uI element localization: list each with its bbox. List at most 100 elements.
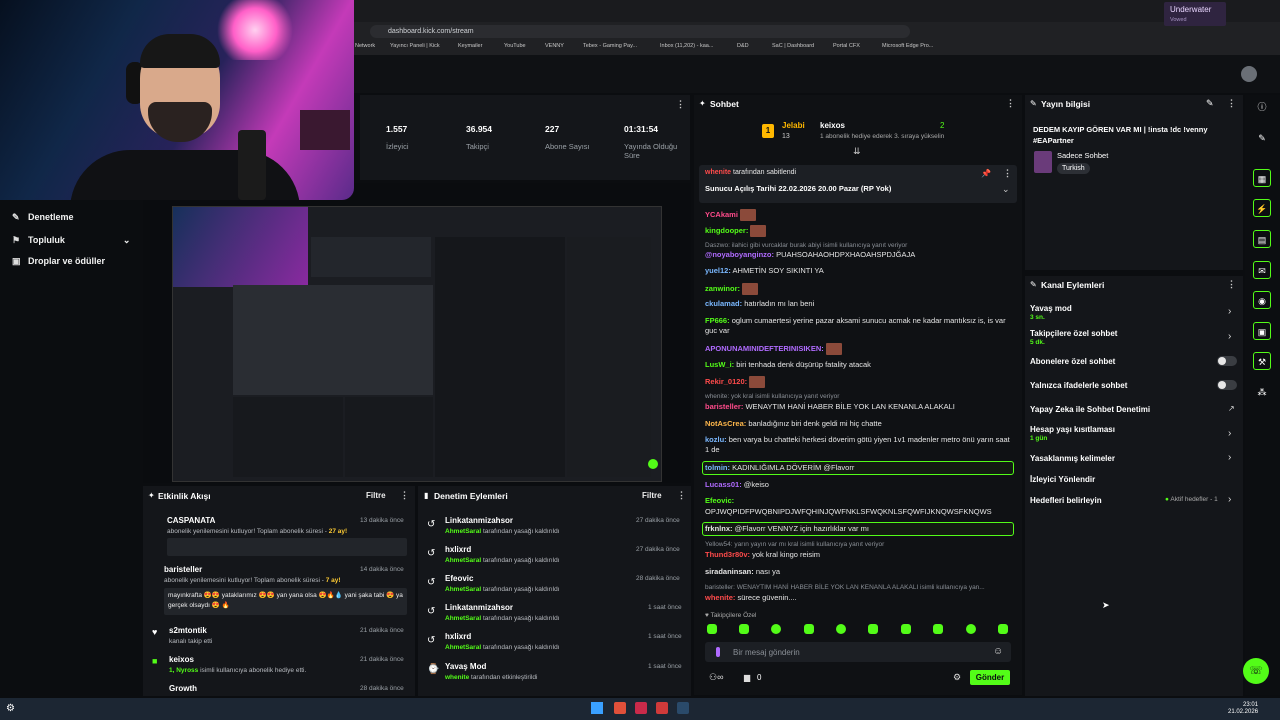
gift-leader-name[interactable]: Jelabi (782, 121, 805, 130)
chat-username[interactable]: frknlnx: (705, 524, 733, 533)
pencil-icon[interactable]: ✎ (1253, 129, 1271, 147)
emote-button[interactable] (804, 624, 814, 634)
chat-username[interactable]: Efeovic: (705, 496, 734, 505)
chat-username[interactable]: @noyaboyanginzo: (705, 250, 774, 259)
nav-item-topluluk[interactable]: ⚑ Topluluk ⌄ (12, 235, 130, 246)
subscribers-only-toggle[interactable] (1217, 356, 1237, 366)
activity-item-name[interactable]: baristeller (164, 565, 202, 574)
emote-button[interactable] (933, 624, 943, 634)
emote-button[interactable] (771, 624, 781, 634)
bookmark-item[interactable]: Portal CFX (833, 43, 860, 49)
activity-more-icon[interactable]: ⋮ (400, 490, 409, 501)
avatar[interactable] (1241, 66, 1257, 82)
emoji-icon[interactable]: ☺ (993, 646, 1003, 657)
chat-username[interactable]: tolmin: (705, 463, 730, 472)
users-icon[interactable]: ⚇∞ (709, 672, 723, 683)
chat-username[interactable]: LusW_i: (705, 360, 734, 369)
bolt-icon[interactable]: ⚡ (1253, 199, 1271, 217)
action-raid[interactable]: İzleyici Yönlendir (1030, 475, 1095, 484)
bookmark-item[interactable]: SaC | Dashboard (772, 43, 814, 49)
activity-filter-button[interactable]: Filtre (366, 491, 386, 500)
pinned-more-icon[interactable]: ⋮ (1003, 168, 1012, 179)
activity-item-name[interactable]: CASPANATA (167, 516, 215, 525)
chevron-right-icon[interactable]: › (1228, 452, 1231, 463)
action-banned-words[interactable]: Yasaklanmış kelimeler (1030, 454, 1115, 463)
channel-actions-more-icon[interactable]: ⋮ (1227, 279, 1236, 290)
emote-button[interactable] (998, 624, 1008, 634)
info-icon[interactable]: ⓘ (1253, 98, 1271, 116)
action-slow-mode[interactable]: Yavaş mod 3 sn. (1030, 304, 1072, 321)
chat-bubble-icon[interactable]: ✉ (1253, 261, 1271, 279)
category-name[interactable]: Sadece Sohbet (1057, 151, 1108, 160)
moderation-item-name[interactable]: Linkatanmizahsor (445, 603, 513, 612)
chat-username[interactable]: zanwinor: (705, 284, 740, 293)
action-followers-only[interactable]: Takipçilere özel sohbet 5 dk. (1030, 329, 1117, 346)
emote-button[interactable] (901, 624, 911, 634)
chat-username[interactable]: Thund3r80v: (705, 550, 750, 559)
external-link-icon[interactable]: ↗ (1228, 404, 1235, 413)
app-icon[interactable] (635, 702, 647, 714)
activity-item-name[interactable]: s2mtontik (169, 626, 207, 635)
moderation-item-name[interactable]: Yavaş Mod (445, 662, 486, 671)
moderation-item-name[interactable]: hxlixrd (445, 632, 471, 641)
bookmark-item[interactable]: Microsoft Edge Pro... (882, 43, 933, 49)
chevron-down-icon[interactable]: ⌄ (1002, 184, 1010, 195)
bookmark-item[interactable]: YouTube (504, 43, 526, 49)
settings-icon[interactable]: ⚙ (6, 703, 15, 714)
trash-icon[interactable]: ▆ (744, 673, 750, 682)
chat-username[interactable]: YCAkami (705, 210, 738, 219)
bookmark-item[interactable]: VENNY (545, 43, 564, 49)
bookmark-item[interactable]: Keymailer (458, 43, 482, 49)
bookmark-item[interactable]: Yayıncı Paneli | Kick (390, 43, 440, 49)
action-goals[interactable]: Hedefleri belirleyin (1030, 496, 1102, 505)
category-thumbnail[interactable] (1034, 151, 1052, 173)
bookmark-item[interactable]: D&D (737, 43, 749, 49)
chat-username[interactable]: APONUNAMINIDEFTERINISIKEN: (705, 344, 824, 353)
layout-icon[interactable]: ▦ (1253, 169, 1271, 187)
bookmark-item[interactable]: Inbox (11,202) - kaa... (660, 43, 713, 49)
url-field[interactable]: dashboard.kick.com/stream (370, 25, 910, 38)
chat-username[interactable]: kozlu: (705, 435, 727, 444)
send-button[interactable]: Gönder (970, 670, 1010, 685)
chat-username[interactable]: Rekir_0120: (705, 377, 747, 386)
chat-username[interactable]: NotAsCrea: (705, 419, 746, 428)
browser-icon[interactable] (614, 702, 626, 714)
pencil-icon[interactable]: ✎ (1206, 98, 1214, 109)
chat-more-icon[interactable]: ⋮ (1006, 98, 1015, 109)
tag-badge[interactable]: Turkish (1057, 163, 1090, 174)
emote-button[interactable] (707, 624, 717, 634)
nav-item-droplar[interactable]: ▣ Droplar ve ödüller (12, 256, 105, 267)
action-account-age[interactable]: Hesap yaşı kısıtlaması 1 gün (1030, 425, 1115, 442)
help-chat-icon[interactable]: ☏ (1243, 658, 1269, 684)
chat-input-placeholder[interactable]: Bir mesaj gönderin (733, 648, 800, 657)
chevron-right-icon[interactable]: › (1228, 331, 1231, 342)
moderation-filter-button[interactable]: Filtre (642, 491, 662, 500)
chat-username[interactable]: ckulamad: (705, 299, 742, 308)
bookmark-item[interactable]: Network (355, 43, 375, 49)
app-icon[interactable] (656, 702, 668, 714)
chat-username[interactable]: FP666: (705, 316, 730, 325)
settings-icon[interactable]: ⚙ (953, 672, 961, 683)
emote-button[interactable] (868, 624, 878, 634)
moderation-item-name[interactable]: Linkatanmizahsor (445, 516, 513, 525)
emote-button[interactable] (739, 624, 749, 634)
stream-info-more-icon[interactable]: ⋮ (1227, 98, 1236, 109)
broadcast-icon[interactable]: ◉ (1253, 291, 1271, 309)
more-apps-icon[interactable]: ⁂ (1253, 383, 1271, 401)
emote-button[interactable] (836, 624, 846, 634)
chat-username[interactable]: yuel12: (705, 266, 731, 275)
chat-username[interactable]: baristeller: (705, 402, 743, 411)
emotes-only-toggle[interactable] (1217, 380, 1237, 390)
moderation-item-name[interactable]: hxlixrd (445, 545, 471, 554)
stats-more-icon[interactable]: ⋮ (676, 99, 685, 110)
chat-username[interactable]: siradaninsan: (705, 567, 754, 576)
start-icon[interactable] (591, 702, 603, 714)
gift-second-name[interactable]: keixos (820, 121, 845, 130)
wrench-icon[interactable]: ⚒ (1253, 352, 1271, 370)
document-icon[interactable]: ▤ (1253, 230, 1271, 248)
action-ai-moderation[interactable]: Yapay Zeka ile Sohbet Denetimi (1030, 405, 1150, 414)
chat-username[interactable]: whenite: (705, 593, 735, 602)
bookmark-item[interactable]: Tebex - Gaming Pay... (583, 43, 637, 49)
chevron-right-icon[interactable]: › (1228, 306, 1231, 317)
moderation-more-icon[interactable]: ⋮ (677, 490, 686, 501)
